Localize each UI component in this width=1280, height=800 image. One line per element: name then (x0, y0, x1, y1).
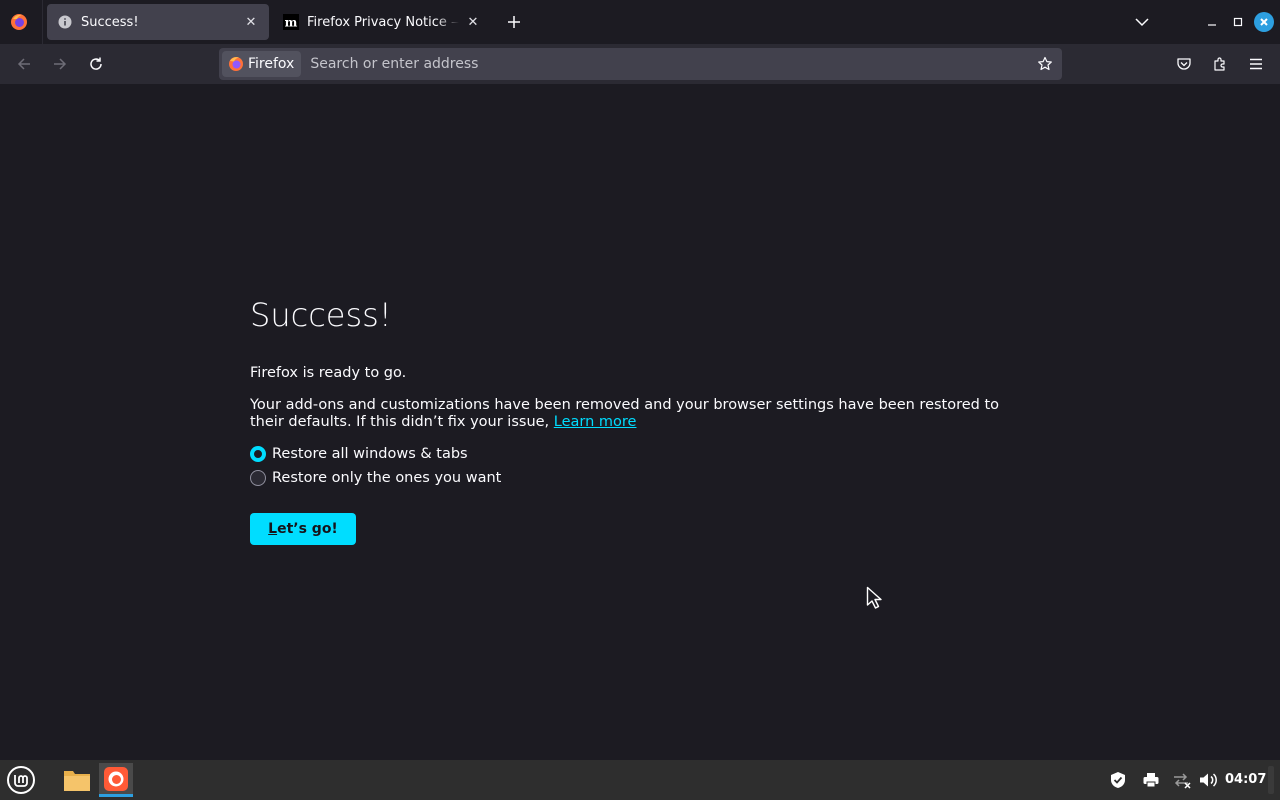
bookmark-star-icon[interactable] (1033, 52, 1057, 76)
show-desktop-button[interactable] (1268, 766, 1274, 794)
restore-some-option[interactable]: Restore only the ones you want (250, 470, 501, 486)
firefox-logo-icon (229, 57, 243, 71)
navigation-toolbar: Firefox (0, 44, 1280, 84)
tab-success[interactable]: Success! ✕ (47, 4, 269, 40)
page-title: Success! (250, 296, 392, 334)
new-tab-icon[interactable] (503, 11, 525, 33)
tab-bar: Success! ✕ m Firefox Privacy Notice — Mo… (0, 0, 1280, 44)
identity-label: Firefox (248, 56, 295, 72)
radio-selected[interactable] (250, 446, 266, 462)
button-label: et’s go! (277, 521, 338, 537)
printer-icon[interactable] (1141, 770, 1161, 790)
lets-go-button[interactable]: Let’s go! (250, 513, 356, 545)
restore-some-label: Restore only the ones you want (272, 470, 502, 486)
mouse-pointer-icon (866, 586, 882, 609)
reset-description: Your add-ons and customizations have bee… (250, 397, 1010, 431)
extensions-puzzle-icon[interactable] (1208, 52, 1232, 76)
info-icon (57, 14, 73, 30)
page-content: Success! Firefox is ready to go. Your ad… (0, 84, 1280, 760)
pocket-icon[interactable] (1172, 52, 1196, 76)
minimize-icon[interactable] (1202, 12, 1222, 32)
taskbar: 04:07 (0, 760, 1280, 800)
ready-text: Firefox is ready to go. (250, 365, 407, 381)
tab-privacy-notice[interactable]: m Firefox Privacy Notice — Mozilla ✕ (273, 4, 491, 40)
learn-more-link[interactable]: Learn more (554, 414, 637, 430)
mozilla-m-icon: m (283, 14, 299, 30)
reload-icon[interactable] (84, 52, 108, 76)
restore-all-label: Restore all windows & tabs (272, 446, 468, 462)
hamburger-menu-icon[interactable] (1244, 52, 1268, 76)
url-bar[interactable]: Firefox (219, 48, 1062, 80)
forward-arrow-icon[interactable] (48, 52, 72, 76)
network-icon[interactable] (1172, 770, 1192, 790)
close-tab-icon[interactable]: ✕ (465, 14, 481, 30)
mint-menu-icon[interactable] (4, 763, 38, 797)
folder-icon[interactable] (60, 763, 94, 797)
tab-title: Success! (81, 14, 139, 30)
window-close-icon[interactable] (1254, 12, 1274, 32)
shield-icon[interactable] (1108, 770, 1128, 790)
close-tab-icon[interactable]: ✕ (243, 14, 259, 30)
identity-box[interactable]: Firefox (222, 51, 302, 77)
clock[interactable]: 04:07 (1225, 772, 1266, 787)
accesskey-letter: L (268, 521, 278, 537)
tab-separator (42, 0, 43, 44)
restore-all-option[interactable]: Restore all windows & tabs (250, 446, 468, 462)
firefox-icon[interactable] (99, 763, 133, 797)
tab-title: Firefox Privacy Notice — Mozilla (307, 14, 459, 30)
svg-text:m: m (285, 16, 298, 30)
back-arrow-icon[interactable] (12, 52, 36, 76)
volume-icon[interactable] (1198, 770, 1218, 790)
firefox-view-icon[interactable] (8, 11, 30, 33)
chevron-down-icon[interactable] (1131, 11, 1153, 33)
radio-unselected[interactable] (250, 470, 266, 486)
maximize-icon[interactable] (1228, 12, 1248, 32)
address-input[interactable] (301, 56, 1033, 72)
